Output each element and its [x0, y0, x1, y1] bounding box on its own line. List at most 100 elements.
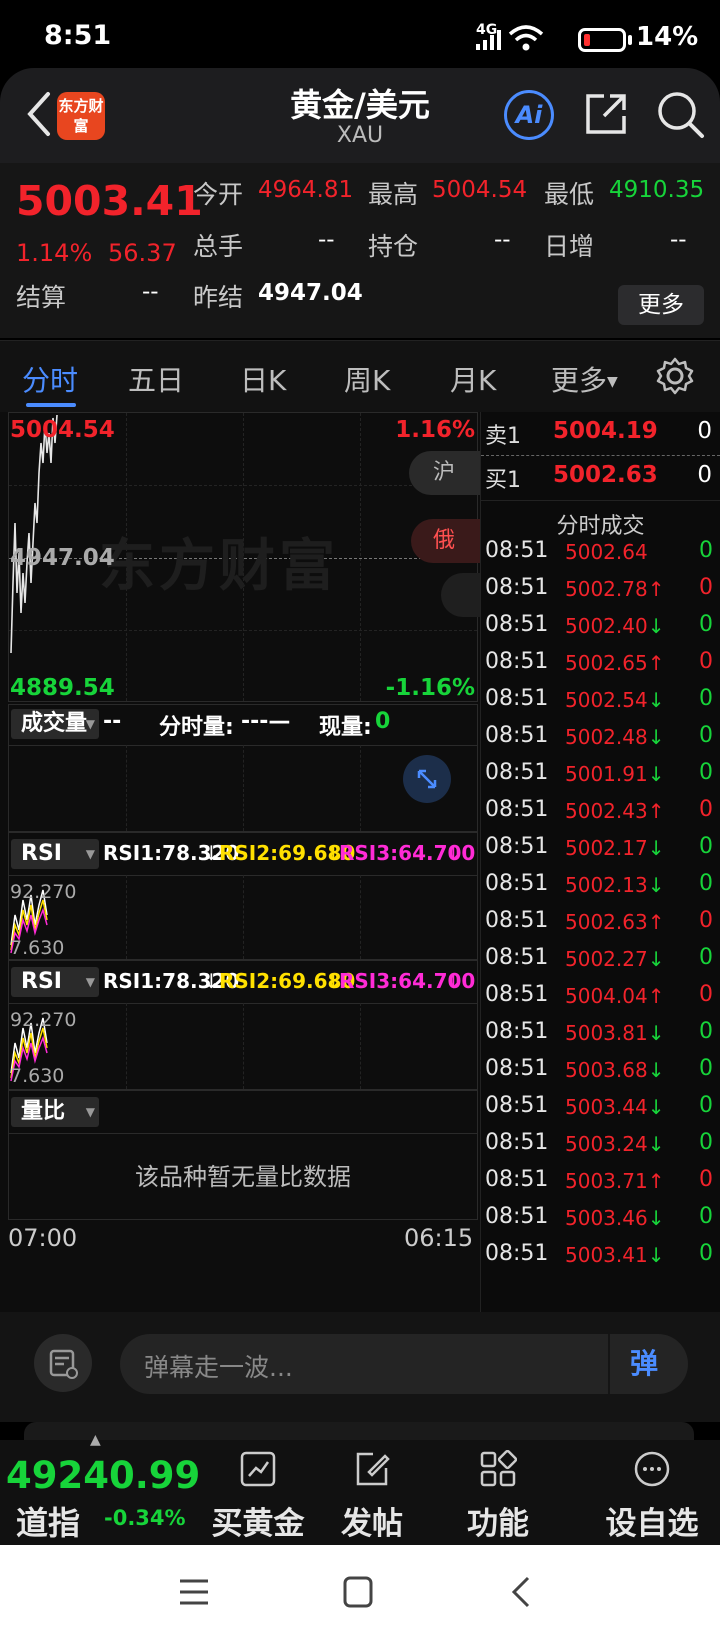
minute-volume-value: ---— — [241, 709, 291, 734]
low-value: 4910.35 — [609, 177, 705, 203]
tick-price: 5003.71↑ — [565, 1169, 664, 1193]
tick-row: 08:51 5003.81↓ 0 — [481, 1015, 720, 1053]
expand-button[interactable] — [403, 755, 451, 803]
last-price: 5003.41 — [16, 177, 203, 225]
tick-row: 08:51 5003.46↓ 0 — [481, 1200, 720, 1238]
down-arrow-icon: ↓ — [647, 1095, 665, 1119]
tick-price-value: 5003.71 — [565, 1169, 648, 1193]
danmaku-send-button[interactable]: 弹 — [608, 1334, 688, 1394]
tick-price-value: 5002.17 — [565, 836, 648, 860]
tab-monthly-k[interactable]: 月K — [450, 359, 496, 399]
rsi-selector[interactable]: RSI ▼ — [11, 839, 99, 869]
volume-label: 总手 — [193, 232, 244, 261]
dow-index-ticker[interactable]: ▲ 49240.99 道指 -0.34% — [0, 1432, 200, 1545]
tick-price-value: 5002.63 — [565, 910, 648, 934]
tick-time: 08:51 — [485, 760, 549, 785]
tab-daily-k[interactable]: 日K — [240, 359, 286, 399]
tick-price-value: 5002.13 — [565, 873, 648, 897]
app-logo: 东方财富 — [57, 92, 105, 140]
home-icon[interactable] — [342, 1575, 374, 1609]
nav-buy-gold[interactable]: 买黄金 — [198, 1440, 318, 1545]
shanghai-gold-badge[interactable]: 沪 — [409, 451, 489, 495]
tick-price-value: 5003.68 — [565, 1058, 648, 1082]
nav-functions[interactable]: 功能 — [438, 1440, 558, 1545]
recent-apps-icon[interactable] — [178, 1577, 210, 1607]
tick-time: 08:51 — [485, 797, 549, 822]
dropdown-triangle-icon: ▼ — [607, 374, 618, 390]
tick-row: 08:51 5003.41↓ 0 — [481, 1237, 720, 1275]
rsi-axis-bottom: 7.630 — [10, 937, 65, 959]
share-icon[interactable] — [582, 90, 630, 138]
tick-price-value: 5003.46 — [565, 1206, 648, 1230]
dropdown-triangle-icon: ▼ — [85, 717, 95, 731]
danmaku-input[interactable]: 弹幕走一波... 弹 — [120, 1334, 688, 1394]
up-arrow-icon: ↑ — [647, 1169, 665, 1193]
status-bar: 8:51 4G 14% — [0, 0, 720, 72]
down-arrow-icon: ↓ — [647, 725, 665, 749]
search-icon[interactable] — [654, 88, 706, 140]
ask-quantity: 0 — [697, 418, 712, 444]
down-arrow-icon: ↓ — [647, 947, 665, 971]
tick-time: 08:51 — [485, 1093, 549, 1118]
tick-price-value: 5002.43 — [565, 799, 648, 823]
back-nav-icon[interactable] — [508, 1575, 534, 1609]
danmaku-settings-button[interactable] — [34, 1334, 92, 1392]
tick-row: 08:51 5002.13↓ 0 — [481, 867, 720, 905]
tick-time: 08:51 — [485, 1241, 549, 1266]
nav-add-watchlist[interactable]: 设自选 — [592, 1440, 712, 1545]
active-tab-indicator — [26, 403, 76, 407]
current-volume-label: 现量: — [319, 715, 372, 740]
volume-selector[interactable]: 成交量 ▼ — [11, 709, 99, 739]
tick-time: 08:51 — [485, 686, 549, 711]
tick-time: 08:51 — [485, 908, 549, 933]
tick-time: 08:51 — [485, 945, 549, 970]
volume-ratio-selector[interactable]: 量比 ▼ — [11, 1097, 99, 1127]
daily-increase-label: 日增 — [544, 232, 595, 261]
tick-quantity: 0 — [699, 945, 713, 970]
tick-price-value: 5002.65 — [565, 651, 648, 675]
battery-percent: 14% — [636, 22, 699, 52]
russia-badge-label: 俄 — [433, 528, 456, 553]
nav-buy-gold-label: 买黄金 — [211, 1506, 305, 1542]
gear-icon[interactable] — [656, 357, 694, 395]
battery-tip — [628, 35, 632, 45]
tick-time: 08:51 — [485, 1130, 549, 1155]
rsi-lines — [10, 889, 48, 954]
rsi1-down-arrow: ↓ — [203, 969, 220, 993]
axis-ref-price: 4947.04 — [10, 545, 115, 571]
ai-assistant-button[interactable]: Ai — [504, 90, 554, 140]
side-drawer-handle[interactable] — [441, 573, 481, 617]
intraday-pane[interactable]: 东方财富 5004.54 1.16% 4947.04 4889.54 -1.16… — [8, 412, 491, 702]
down-arrow-icon: ↓ — [647, 762, 665, 786]
down-arrow-icon: ↓ — [647, 873, 665, 897]
more-button[interactable]: 更多 — [618, 285, 704, 325]
tick-price: 5003.24↓ — [565, 1132, 664, 1156]
dow-index-change: -0.34% — [104, 1506, 186, 1530]
tab-five-day[interactable]: 五日 — [128, 359, 184, 399]
tick-price: 5001.91↓ — [565, 762, 664, 786]
position-value: -- — [494, 227, 511, 253]
nav-post[interactable]: 发帖 — [312, 1440, 432, 1545]
app-header: 东方财富 黄金/美元 XAU Ai — [0, 68, 720, 163]
tick-quantity: 0 — [699, 538, 713, 563]
prev-settle-label: 昨结 — [193, 283, 244, 312]
tab-intraday[interactable]: 分时 — [22, 359, 78, 399]
rsi-pane-2: RSI ▼ RSI1:78.320 ↓ RSI2:69.680 ↓ RSI3:64… — [8, 960, 478, 1090]
tick-time: 08:51 — [485, 1204, 549, 1229]
russia-badge[interactable]: 俄 — [411, 519, 491, 563]
axis-max-percent: 1.16% — [395, 417, 475, 443]
tab-more[interactable]: 更多▼ — [551, 359, 618, 399]
tick-time: 08:51 — [485, 834, 549, 859]
volume-value: -- — [318, 227, 335, 253]
bid-quantity: 0 — [697, 462, 712, 488]
change-percent: 1.14% — [16, 239, 93, 267]
rsi3-down-arrow: ↓ — [445, 969, 462, 993]
position-label: 持仓 — [368, 232, 419, 261]
rsi-selector[interactable]: RSI ▼ — [11, 967, 99, 997]
dow-index-name: 道指 — [16, 1504, 81, 1542]
open-label: 今开 — [193, 180, 244, 209]
up-arrow-icon: ↑ — [647, 799, 665, 823]
tick-time: 08:51 — [485, 982, 549, 1007]
tick-quantity: 0 — [699, 760, 713, 785]
tab-weekly-k[interactable]: 周K — [344, 359, 390, 399]
